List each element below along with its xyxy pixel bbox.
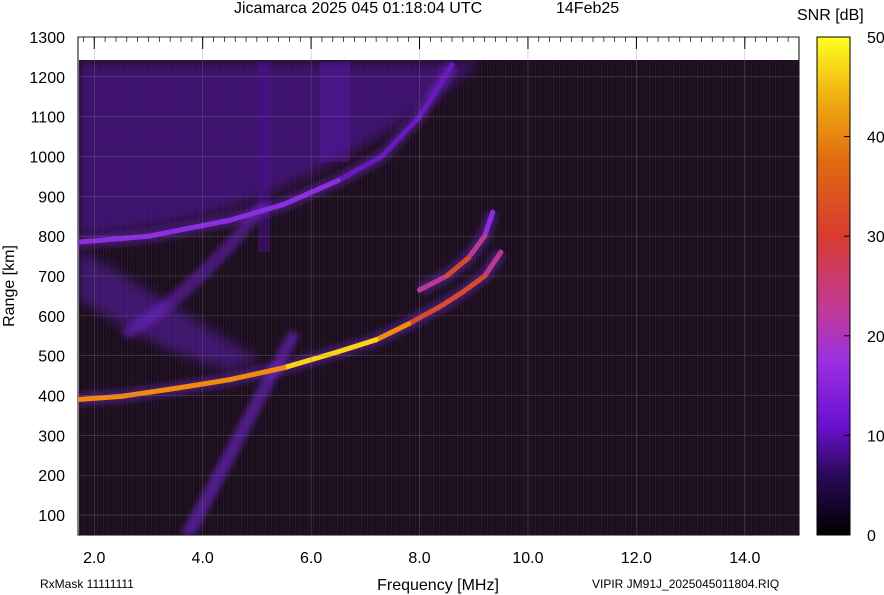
colorbar-tick-label: 0 — [867, 528, 876, 545]
trace-point — [227, 217, 233, 223]
y-tick-label: 1100 — [31, 110, 66, 127]
y-tick-label: 300 — [38, 428, 65, 445]
y-tick-label: 500 — [38, 349, 65, 366]
y-axis: 100 200 300 400 500 600 700 800 900 1000 1100 1200 1… — [29, 30, 65, 525]
y-tick-label: 1200 — [29, 70, 65, 87]
y-tick-label: 1300 — [29, 30, 65, 47]
x-tick-label: 10.0 — [512, 550, 543, 567]
y-tick-label: 100 — [38, 508, 65, 525]
trace-point — [118, 393, 124, 399]
trace-point — [281, 365, 287, 371]
colorbar — [816, 36, 851, 536]
x-tick-label: 6.0 — [300, 550, 322, 567]
trace-segment — [78, 393, 124, 403]
colorbar-tick-label: 30 — [867, 229, 884, 246]
y-tick-label: 700 — [38, 269, 65, 286]
y-tick-label: 1000 — [29, 150, 65, 167]
trace-point — [449, 62, 455, 68]
colorbar-label: SNR [dB] — [797, 7, 864, 24]
trace-point — [173, 385, 179, 391]
x-tick-label: 12.0 — [621, 550, 652, 567]
y-tick-label: 200 — [38, 468, 65, 485]
colorbar-tick-label: 40 — [867, 130, 884, 147]
trace-point — [460, 289, 466, 295]
vertical-band — [258, 62, 270, 252]
file-label: VIPIR JM91J_2025045011804.RIQ — [592, 577, 780, 591]
trace-point — [78, 397, 81, 403]
trace-point — [373, 337, 379, 343]
y-tick-label: 600 — [38, 309, 65, 326]
x-tick-label: 14.0 — [729, 550, 760, 567]
trace-point — [335, 349, 341, 355]
x-axis-label: Frequency [MHz] — [377, 577, 499, 594]
trace-point — [335, 177, 341, 183]
trace-point — [465, 255, 471, 261]
colorbar-tick-label: 50 — [867, 30, 884, 47]
trace-point — [406, 321, 412, 327]
trace-point — [490, 209, 496, 215]
trace-point — [438, 303, 444, 309]
trace-point — [281, 201, 287, 207]
spectrogram-chart: 2.0 4.0 6.0 8.0 10.0 12.0 14.0 100200300400500… — [1, 7, 884, 594]
colorbar-tick-label: 10 — [867, 428, 884, 445]
y-tick-label: 900 — [38, 189, 65, 206]
colorbar-tick-label: 20 — [867, 329, 884, 346]
trace-point — [227, 377, 233, 383]
y-tick-label: 800 — [38, 229, 65, 246]
trace-point — [78, 239, 81, 245]
y-tick-label: 400 — [38, 389, 65, 406]
trace-point — [498, 249, 504, 255]
x-tick-label: 4.0 — [192, 550, 214, 567]
x-tick-label: 8.0 — [408, 550, 430, 567]
rxmask-label: RxMask 11111111 — [40, 577, 134, 591]
y-axis-label: Range [km] — [1, 245, 18, 327]
x-tick-label: 2.0 — [83, 550, 105, 567]
